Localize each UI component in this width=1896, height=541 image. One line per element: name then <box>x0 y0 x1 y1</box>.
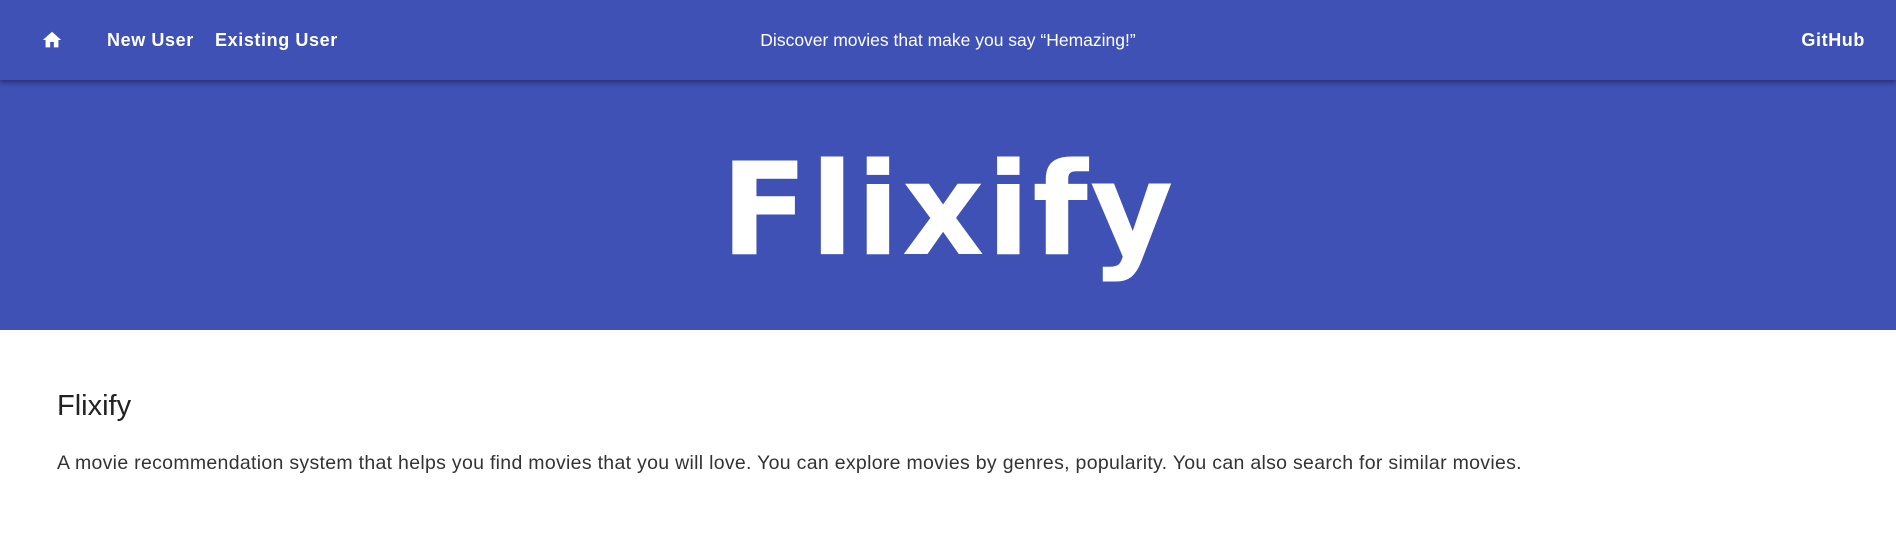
github-link[interactable]: GitHub <box>1801 0 1865 80</box>
home-button[interactable] <box>30 16 74 64</box>
page-description: A movie recommendation system that helps… <box>57 452 1522 474</box>
hero-logo: Flixify <box>720 136 1176 285</box>
app-bar: New User Existing User Discover movies t… <box>0 0 1896 80</box>
nav-new-user-link[interactable]: New User <box>107 0 194 80</box>
hero-banner: Flixify <box>0 80 1896 330</box>
nav-existing-user-link[interactable]: Existing User <box>215 0 338 80</box>
page-title: Flixify <box>57 390 132 422</box>
home-icon <box>41 29 63 51</box>
